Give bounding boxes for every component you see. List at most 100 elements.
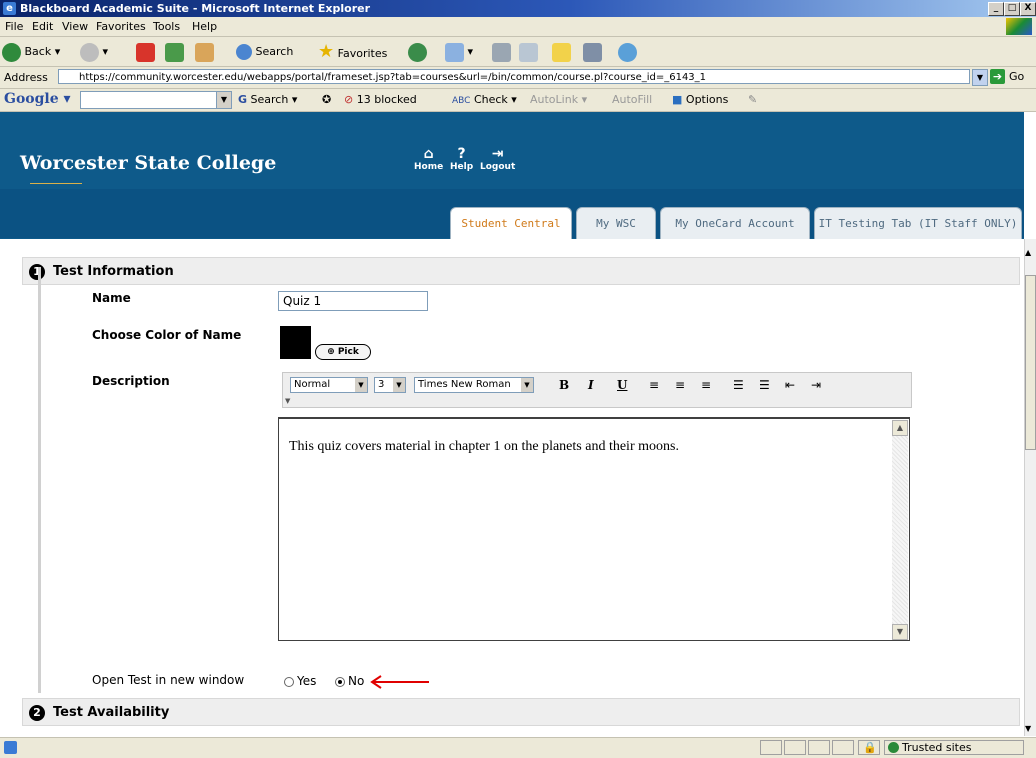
name-input[interactable]: Quiz 1 [278, 291, 428, 311]
underline-button[interactable]: U [617, 378, 627, 392]
close-button[interactable]: X [1020, 2, 1036, 16]
google-g-icon: G [238, 93, 248, 106]
pick-color-button[interactable]: ⊕ Pick [315, 344, 371, 360]
college-logo-text: Worcester State College [20, 152, 277, 174]
status-pane [832, 740, 854, 755]
menu-file[interactable]: File [5, 20, 23, 33]
logout-icon: ⇥ [491, 146, 504, 162]
google-logo[interactable]: Google ▾ [4, 91, 71, 107]
maximize-button[interactable]: □ [1004, 2, 1020, 16]
scroll-down-icon[interactable]: ▼ [892, 624, 908, 640]
edit-button[interactable] [519, 41, 538, 62]
search-button[interactable]: Search [236, 41, 293, 62]
tab-it-testing[interactable]: IT Testing Tab (IT Staff ONLY) [814, 207, 1022, 239]
pagerank-icon[interactable]: ✪ [322, 93, 331, 106]
mail-icon [445, 42, 464, 62]
ie-logo-icon: e [3, 2, 16, 15]
page-scroll-down-icon[interactable]: ▼ [1025, 724, 1031, 733]
italic-button[interactable]: I [588, 378, 594, 392]
address-input[interactable]: https://community.worcester.edu/webapps/… [58, 69, 970, 84]
history-button[interactable] [408, 41, 427, 62]
print-icon [492, 42, 511, 62]
description-editor[interactable]: This quiz covers material in chapter 1 o… [278, 417, 910, 641]
menu-tools[interactable]: Tools [153, 20, 180, 33]
status-pane [760, 740, 782, 755]
messenger-button[interactable] [618, 41, 637, 62]
home-button[interactable] [195, 41, 214, 62]
page-scroll-thumb[interactable] [1025, 275, 1036, 450]
search-icon [236, 44, 252, 60]
pencil-icon[interactable]: ✎ [748, 93, 757, 106]
chevron-down-icon: ▼ [393, 378, 405, 392]
bullet-list-icon[interactable]: ☰ [759, 378, 770, 392]
edit-icon [519, 42, 538, 62]
help-link[interactable]: ? Help [450, 146, 473, 172]
status-bar: 🔒 Trusted sites [0, 737, 1036, 758]
page-scroll-up-icon[interactable]: ▲ [1025, 248, 1031, 257]
stop-button[interactable] [136, 41, 155, 62]
align-left-icon[interactable]: ≡ [649, 378, 659, 392]
section-number-badge: 1 [29, 264, 45, 280]
red-arrow-annotation [370, 675, 429, 689]
color-swatch[interactable] [280, 326, 311, 359]
lock-icon: 🔒 [863, 741, 877, 754]
color-label: Choose Color of Name [92, 328, 242, 342]
description-text: This quiz covers material in chapter 1 o… [289, 439, 679, 454]
autolink-button[interactable]: AutoLink ▾ [530, 93, 587, 106]
home-link[interactable]: ⌂ Home [414, 146, 443, 172]
align-center-icon[interactable]: ≡ [675, 378, 685, 392]
spell-check-button[interactable]: ABC Check ▾ [452, 93, 517, 106]
numbered-list-icon[interactable]: ☰ [733, 378, 744, 392]
menu-help[interactable]: Help [192, 20, 217, 33]
menu-view[interactable]: View [62, 20, 88, 33]
menu-edit[interactable]: Edit [32, 20, 53, 33]
lock-pane: 🔒 [858, 740, 880, 755]
menu-bar: File Edit View Favorites Tools Help [0, 17, 1036, 37]
page-status-icon [4, 741, 17, 754]
tab-my-wsc[interactable]: My WSC [576, 207, 656, 239]
toolbar-expand-icon[interactable]: ▼ [285, 397, 290, 405]
go-button[interactable]: ➔ Go [990, 69, 1024, 84]
refresh-button[interactable] [165, 41, 184, 62]
outdent-icon[interactable]: ⇤ [785, 378, 795, 392]
note-icon [552, 42, 571, 62]
address-dropdown-button[interactable]: ▼ [972, 69, 988, 86]
favorites-button[interactable]: ★ Favorites [318, 41, 387, 62]
palette-icon: ⊕ [327, 347, 335, 357]
forward-button[interactable]: ▾ [80, 41, 108, 62]
star-icon: ★ [318, 41, 335, 62]
scroll-up-icon[interactable]: ▲ [892, 420, 908, 436]
google-search-input[interactable] [80, 91, 217, 109]
tab-student-central[interactable]: Student Central [450, 207, 572, 239]
paragraph-style-select[interactable]: Normal ▼ [290, 377, 368, 393]
research-icon [583, 42, 602, 62]
bold-button[interactable]: B [559, 378, 569, 392]
autofill-button[interactable]: AutoFill [612, 93, 652, 106]
align-right-icon[interactable]: ≡ [701, 378, 711, 392]
forward-arrow-icon [80, 42, 99, 62]
font-family-select[interactable]: Times New Roman ▼ [414, 377, 534, 393]
tab-my-onecard-account[interactable]: My OneCard Account [660, 207, 810, 239]
menu-favorites[interactable]: Favorites [96, 20, 146, 33]
popup-blocker-button[interactable]: ⊘ 13 blocked [344, 93, 417, 106]
status-pane [784, 740, 806, 755]
print-button[interactable] [492, 41, 511, 62]
address-bar: Address https://community.worcester.edu/… [0, 67, 1036, 89]
google-search-dropdown[interactable]: ▼ [216, 91, 232, 109]
indent-icon[interactable]: ⇥ [811, 378, 821, 392]
back-button[interactable]: Back ▾ [2, 41, 60, 62]
research-button[interactable] [583, 41, 602, 62]
options-button[interactable]: ■ Options [672, 93, 728, 106]
editor-scrollbar[interactable]: ▲ ▼ [892, 420, 908, 640]
radio-no[interactable] [335, 677, 345, 687]
mail-button[interactable]: ▾ [445, 41, 473, 62]
logout-link[interactable]: ⇥ Logout [480, 146, 515, 172]
radio-yes[interactable] [284, 677, 294, 687]
google-search-button[interactable]: G Search ▾ [238, 93, 297, 106]
discuss-button[interactable] [552, 41, 571, 62]
font-size-select[interactable]: 3 ▼ [374, 377, 406, 393]
status-pane [808, 740, 830, 755]
stop-icon [136, 42, 155, 62]
home-icon [195, 42, 214, 62]
minimize-button[interactable]: _ [988, 2, 1004, 16]
